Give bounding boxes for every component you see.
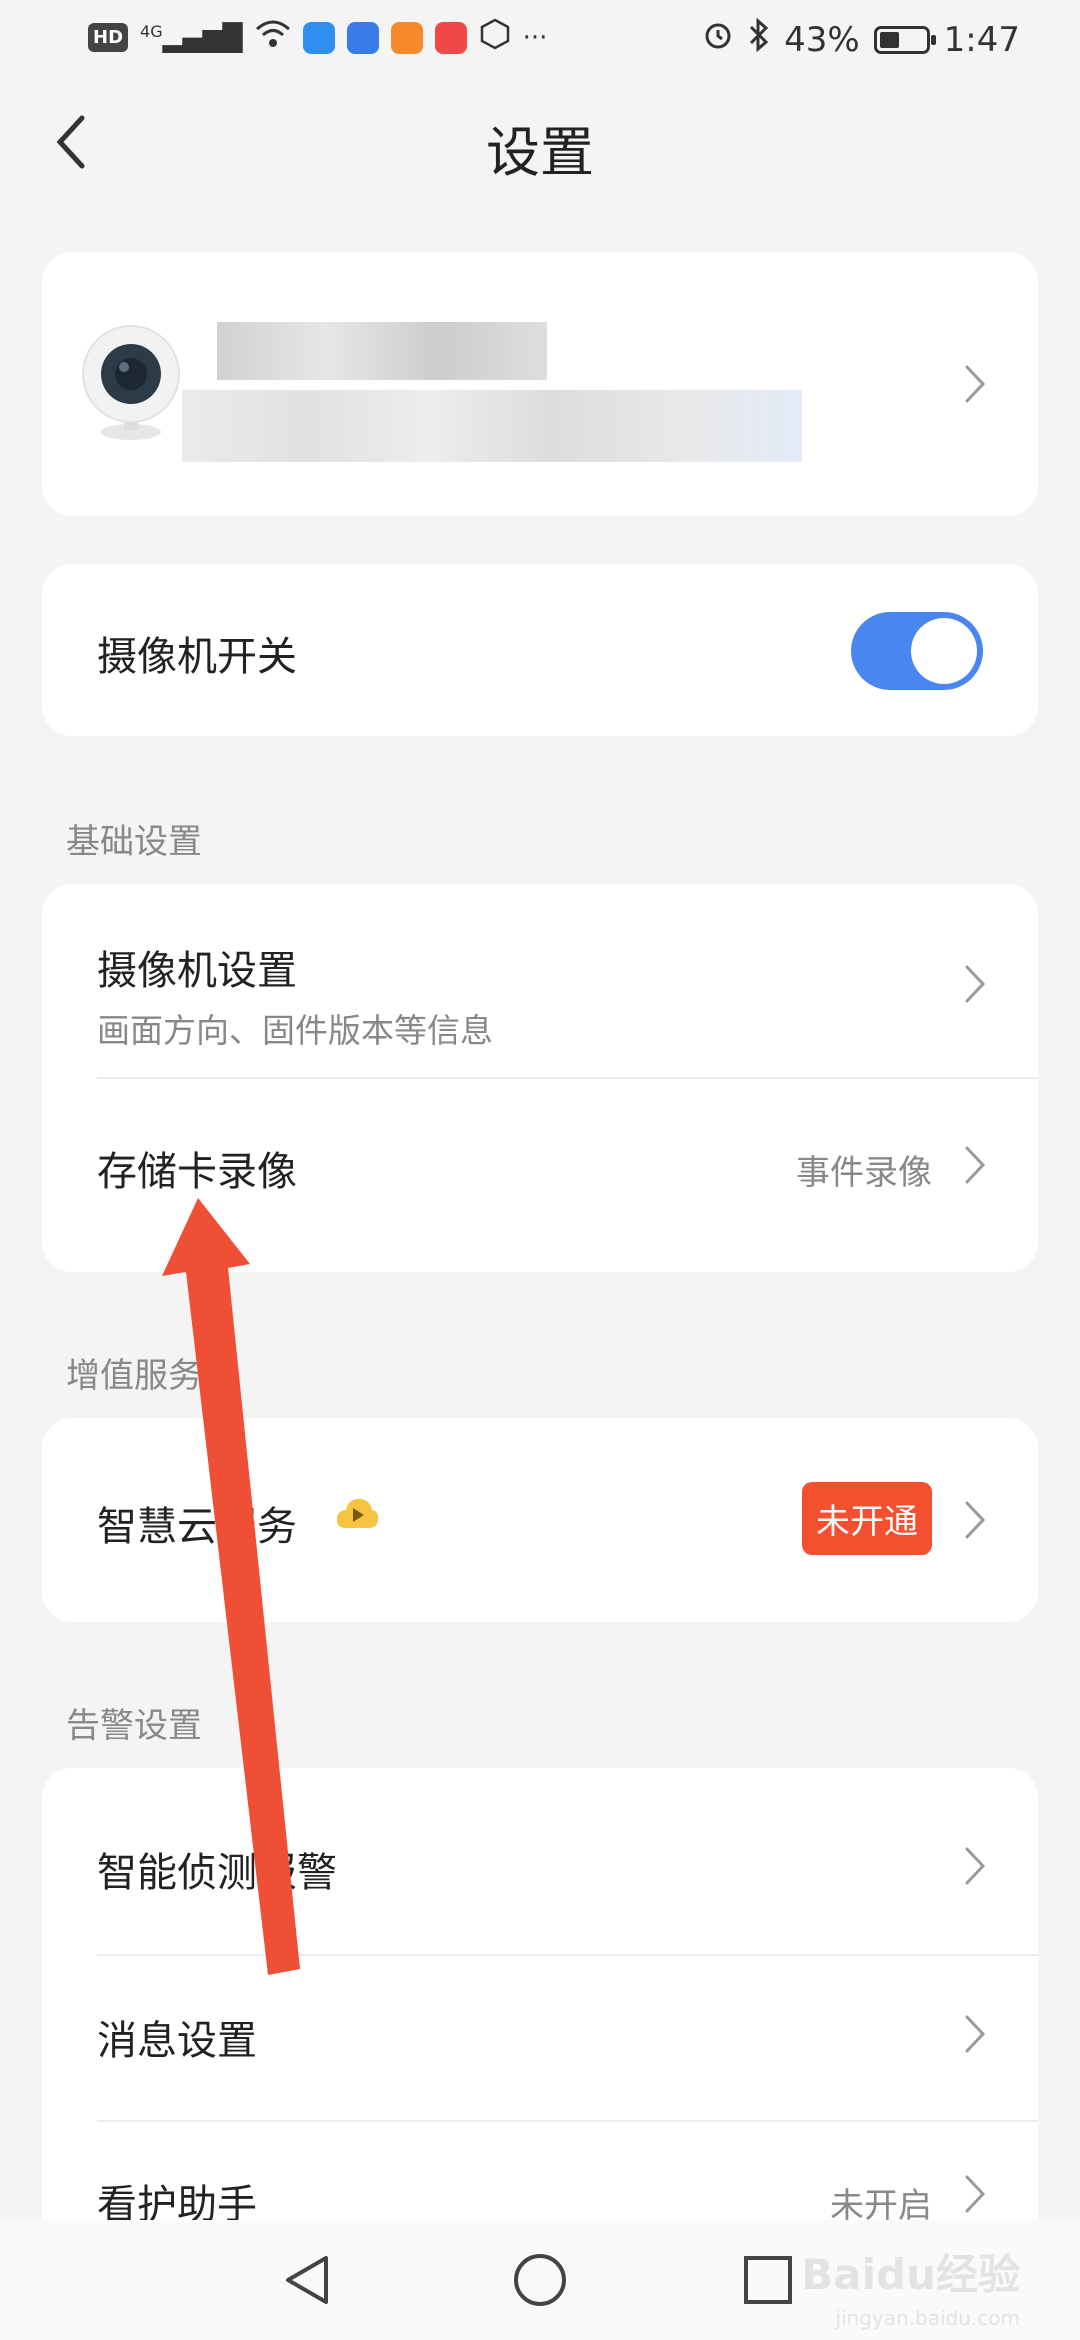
section-value-added-title: 增值服务 [66,1356,202,1396]
value-added-card: 智慧云服务 未开通 [42,1418,1038,1622]
network-indicator: 4G▂▄▆█ [140,21,243,54]
chevron-right-icon [965,365,986,403]
sd-recording-value: 事件录像 [796,1153,932,1193]
chevron-right-icon [965,1501,986,1539]
chevron-right-icon [965,2175,986,2213]
smart-detect-row[interactable]: 智能侦测报警 [42,1768,1038,1955]
chevron-right-icon [965,965,986,1003]
status-bar-right: 43% 1:47 [702,17,1020,61]
device-card[interactable] [42,252,1038,516]
wifi-icon [255,19,291,56]
nav-back-button[interactable] [280,2252,336,2312]
chevron-right-icon [965,2015,986,2053]
message-settings-row[interactable]: 消息设置 [42,1956,1038,2120]
system-navigation-bar: Baidu经验 jingyan.baidu.com [0,2220,1080,2340]
watermark-url: jingyan.baidu.com [835,2306,1020,2330]
camera-icon [76,322,186,446]
alarm-icon [702,19,734,60]
watermark-logo: Baidu经验 [801,2250,1020,2299]
circle-home-icon [514,2254,566,2306]
hd-indicator: HD [88,23,129,52]
cloud-app-icon [302,21,335,54]
battery-icon [873,25,936,54]
status-bar: HD 4G▂▄▆█ ··· 43% 1:47 [0,0,1080,80]
cloud-service-row[interactable]: 智慧云服务 未开通 [42,1418,1038,1622]
camera-app-icon [346,21,379,54]
cloud-play-icon [334,1494,380,1538]
sd-recording-row[interactable]: 存储卡录像 事件录像 [42,1079,1038,1272]
camera-switch-toggle[interactable] [851,612,983,690]
alerts-card: 智能侦测报警 消息设置 看护助手 未开启 [42,1768,1038,2288]
hand-icon [479,18,511,57]
page-title: 设置 [486,121,594,184]
cloud-status-badge: 未开通 [802,1482,932,1555]
huawei-app-icon [434,21,467,54]
more-notifications-icon: ··· [522,22,548,53]
chevron-right-icon [965,1146,986,1184]
camera-switch-card: 摄像机开关 [42,564,1038,736]
sd-recording-label: 存储卡录像 [97,1149,297,1195]
nav-recents-button[interactable] [740,2252,796,2312]
section-alerts-title: 告警设置 [66,1706,202,1746]
smart-detect-label: 智能侦测报警 [97,1850,337,1896]
camera-switch-label: 摄像机开关 [97,634,297,680]
camera-settings-row[interactable]: 摄像机设置 画面方向、固件版本等信息 [42,884,1038,1078]
chevron-right-icon [965,1847,986,1885]
camera-settings-subtitle: 画面方向、固件版本等信息 [97,1011,493,1050]
bluetooth-icon [748,17,770,61]
toggle-knob [911,618,977,684]
cloud-service-label: 智慧云服务 [97,1504,297,1550]
battery-percent: 43% [784,19,860,60]
clock: 1:47 [943,19,1020,60]
section-basic-title: 基础设置 [66,822,202,862]
network-type: 4G [140,21,163,41]
status-bar-left: HD 4G▂▄▆█ ··· [88,18,547,57]
nav-home-button[interactable] [512,2252,568,2312]
basic-settings-card: 摄像机设置 画面方向、固件版本等信息 存储卡录像 事件录像 [42,884,1038,1272]
triangle-back-icon [286,2256,328,2304]
video-app-icon [390,21,423,54]
device-info-redacted [182,390,802,462]
camera-settings-label: 摄像机设置 [97,948,297,994]
message-settings-label: 消息设置 [97,2018,257,2064]
square-recents-icon [744,2256,792,2304]
device-name-redacted [217,322,547,380]
